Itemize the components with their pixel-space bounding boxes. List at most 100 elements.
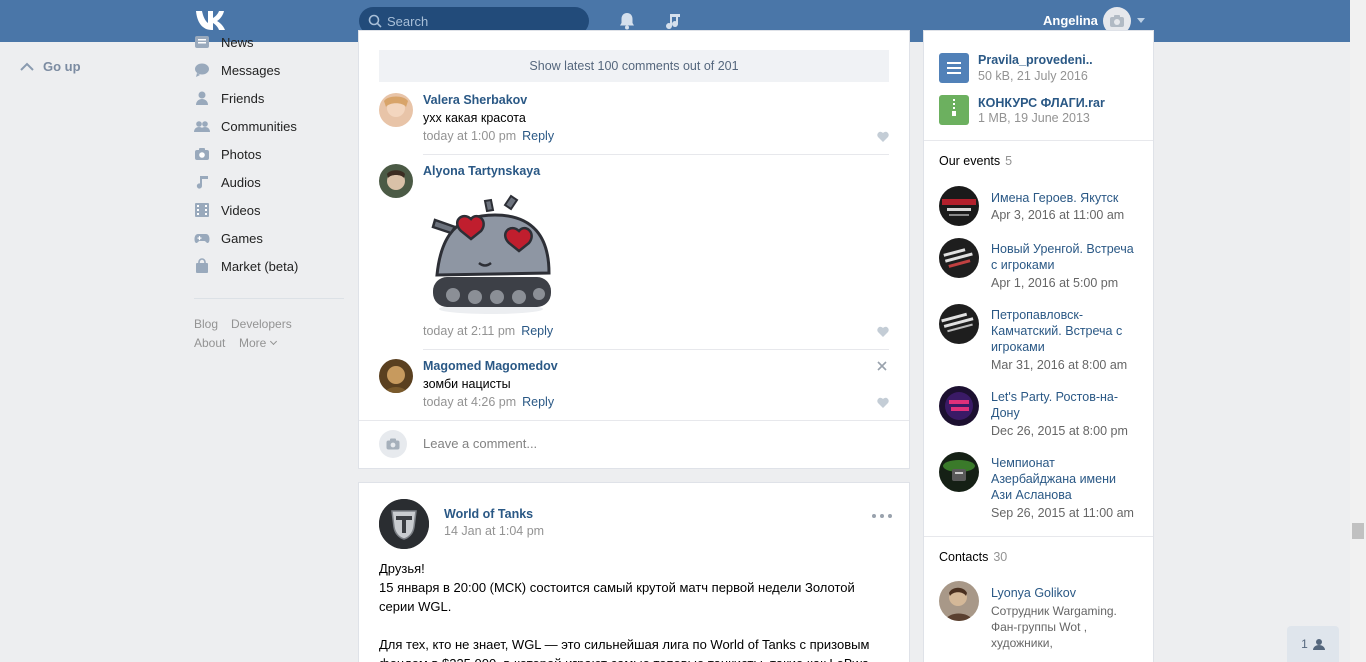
nav-item-photos[interactable]: Photos: [194, 142, 344, 166]
games-icon: [194, 234, 210, 243]
heart-icon[interactable]: [877, 326, 889, 337]
post-author[interactable]: World of Tanks: [444, 507, 533, 521]
user-icon: [1312, 639, 1325, 650]
music-icon[interactable]: [662, 10, 684, 32]
attach-photo-button[interactable]: [379, 430, 407, 458]
doc-name[interactable]: КОНКУРС ФЛАГИ.rar: [978, 96, 1105, 110]
post-card: World of Tanks 14 Jan at 1:04 pm Друзья!…: [358, 482, 910, 662]
chevron-down-icon: [270, 337, 278, 346]
messages-icon: [195, 63, 209, 77]
comment-text: зомби нацисты: [423, 377, 511, 391]
tank-sticker-image[interactable]: [423, 191, 553, 315]
comment-meta: today at 4:26 pm Reply: [423, 395, 554, 409]
contact-description: Сотрудник Wargaming. Фан-группы Wot , худо…: [991, 604, 1117, 650]
world-of-tanks-logo-icon: [379, 499, 429, 549]
events-header[interactable]: Our events 5: [939, 154, 1012, 168]
show-more-comments-button[interactable]: Show latest 100 comments out of 201: [379, 50, 889, 82]
divider: [924, 536, 1153, 537]
nav-label: Games: [221, 230, 263, 246]
nav-item-market[interactable]: Market (beta): [194, 254, 344, 278]
avatar[interactable]: [379, 499, 429, 549]
friends-icon: [196, 91, 208, 105]
reply-button[interactable]: Reply: [521, 324, 553, 338]
heart-icon[interactable]: [877, 397, 889, 408]
more-label: More: [239, 336, 267, 350]
news-icon: [195, 36, 209, 48]
more-link[interactable]: More: [239, 336, 278, 350]
user-name[interactable]: Angelina: [1043, 13, 1098, 28]
search-icon: [368, 14, 382, 28]
market-icon: [196, 258, 208, 273]
contacts-count: 30: [993, 550, 1008, 564]
nav-label: Friends: [221, 90, 265, 106]
event-name[interactable]: Петропавловск- Камчатский. Встреча с игрок…: [991, 307, 1141, 355]
document-icon[interactable]: [939, 53, 969, 83]
post-text-line: серии WGL.: [379, 599, 452, 614]
contact-name[interactable]: Lyonya Golikov: [991, 585, 1141, 601]
event-avatar[interactable]: [939, 186, 979, 226]
nav-item-audios[interactable]: Audios: [194, 170, 344, 194]
blog-link[interactable]: Blog: [194, 317, 218, 331]
bell-icon[interactable]: [616, 10, 638, 32]
avatar[interactable]: [939, 581, 979, 621]
reply-button[interactable]: Reply: [522, 129, 554, 143]
divider: [924, 140, 1153, 141]
avatar[interactable]: [379, 93, 413, 127]
nav-label: Audios: [221, 174, 261, 190]
event-name[interactable]: Новый Уренгой. Встреча с игроками: [991, 241, 1141, 273]
comment-author[interactable]: Magomed Magomedov: [423, 359, 558, 373]
post-text-line: Друзья!: [379, 561, 425, 576]
go-up-button[interactable]: Go up: [20, 59, 81, 74]
scrollbar[interactable]: [1350, 0, 1366, 662]
comment-input[interactable]: [423, 436, 863, 451]
comment-time[interactable]: today at 1:00 pm: [423, 129, 516, 143]
nav-item-friends[interactable]: Friends: [194, 86, 344, 110]
event-avatar[interactable]: [939, 386, 979, 426]
event-avatar[interactable]: [939, 304, 979, 344]
divider: [359, 420, 909, 421]
nav-item-videos[interactable]: Videos: [194, 198, 344, 222]
scrollbar-thumb[interactable]: [1352, 523, 1364, 539]
nav-item-messages[interactable]: Messages: [194, 58, 344, 82]
nav-item-communities[interactable]: Communities: [194, 114, 344, 138]
nav-item-news[interactable]: News: [194, 30, 344, 54]
post-date[interactable]: 14 Jan at 1:04 pm: [444, 524, 544, 538]
go-up-label: Go up: [43, 59, 81, 74]
comment-text: ухх какая красота: [423, 111, 526, 125]
vk-logo-icon[interactable]: [194, 8, 228, 32]
doc-name[interactable]: Pravila_provedeni..: [978, 53, 1093, 67]
comment-meta: today at 2:11 pm Reply: [423, 324, 553, 338]
more-options-icon[interactable]: [871, 513, 893, 519]
comment-time[interactable]: today at 2:11 pm: [423, 324, 515, 338]
nav-label: Communities: [221, 118, 297, 134]
chevron-down-icon[interactable]: [1137, 18, 1145, 23]
photos-icon: [195, 148, 209, 160]
event-name[interactable]: Let's Party. Ростов-на- Дону: [991, 389, 1141, 421]
doc-meta: 50 kB, 21 July 2016: [978, 69, 1088, 83]
contacts-header[interactable]: Contacts 30: [939, 550, 1007, 564]
videos-icon: [195, 203, 209, 217]
heart-icon[interactable]: [877, 131, 889, 142]
about-link[interactable]: About: [194, 336, 225, 350]
reply-button[interactable]: Reply: [522, 395, 554, 409]
chat-button[interactable]: 1: [1287, 626, 1339, 662]
event-avatar[interactable]: [939, 452, 979, 492]
avatar[interactable]: [379, 359, 413, 393]
right-column: Pravila_provedeni.. 50 kB, 21 July 2016 …: [923, 30, 1154, 662]
comment-author[interactable]: Valera Sherbakov: [423, 93, 527, 107]
comment-time[interactable]: today at 4:26 pm: [423, 395, 516, 409]
avatar[interactable]: [379, 164, 413, 198]
event-name[interactable]: Имена Героев. Якутск: [991, 190, 1141, 206]
nav-label: Market (beta): [221, 258, 299, 274]
nav-item-games[interactable]: Games: [194, 226, 344, 250]
developers-link[interactable]: Developers: [231, 317, 292, 331]
archive-icon[interactable]: [939, 95, 969, 125]
close-icon[interactable]: [877, 361, 887, 371]
post-text-line: фондом в $235 000, в которой играют самы…: [379, 654, 869, 662]
divider: [423, 349, 889, 350]
comment-author[interactable]: Alyona Tartynskaya: [423, 164, 540, 178]
event-name[interactable]: Чемпионат Азербайджана имени Ази Асланова: [991, 455, 1141, 503]
event-avatar[interactable]: [939, 238, 979, 278]
nav-label: Photos: [221, 146, 262, 162]
nav-label: News: [221, 34, 254, 50]
